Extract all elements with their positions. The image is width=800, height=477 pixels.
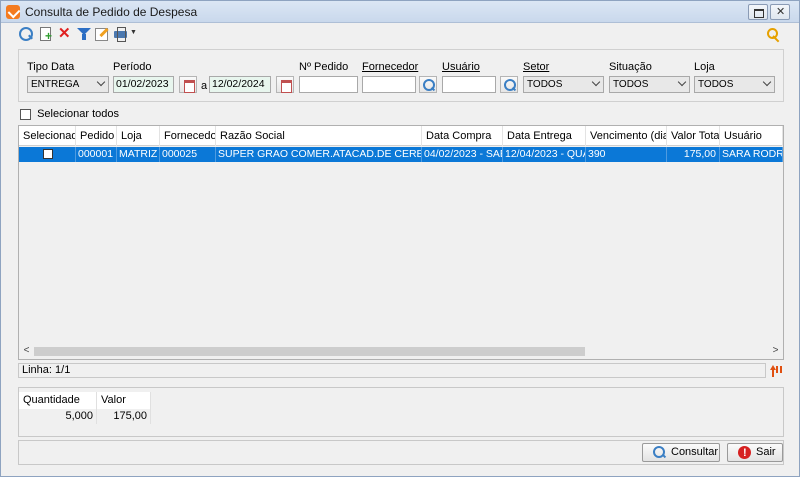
setor-select[interactable]: TODOS [523, 76, 604, 93]
scroll-left-icon[interactable]: < [19, 344, 34, 359]
tipo-data-value: ENTREGA [31, 79, 80, 90]
column-header-valor-total[interactable]: Valor Total [667, 126, 720, 146]
filter-icon[interactable] [77, 27, 91, 41]
column-header-pedido[interactable]: Pedido [76, 126, 117, 146]
cell-fornecedor: 000025 [160, 147, 216, 162]
dropdown-arrow-icon[interactable]: ▼ [130, 29, 137, 36]
tipo-data-label: Tipo Data [27, 61, 75, 73]
scrollbar-thumb[interactable] [34, 347, 585, 356]
column-header-data-compra[interactable]: Data Compra [422, 126, 503, 146]
cell-pedido: 000001 [76, 147, 117, 162]
grid-header: Selecionado Pedido Loja Fornecedor Razão… [19, 126, 783, 146]
cell-data-entrega: 12/04/2023 - QUA [505, 147, 586, 162]
periodo-start-input[interactable]: 01/02/2023 [113, 76, 174, 93]
select-all-checkbox[interactable]: Selecionar todos [20, 108, 119, 120]
tipo-data-select[interactable]: ENTREGA [27, 76, 109, 93]
close-button[interactable] [770, 4, 790, 20]
consultar-label: Consultar [671, 446, 719, 458]
row-checkbox[interactable] [43, 149, 53, 160]
setor-value: TODOS [527, 79, 563, 90]
chevron-down-icon [762, 77, 772, 87]
exit-icon [738, 445, 751, 462]
loja-value: TODOS [698, 79, 734, 90]
checkbox-box[interactable] [20, 108, 31, 120]
row-select-cell[interactable] [19, 147, 76, 162]
periodo-label: Período [113, 61, 152, 73]
calendar-icon[interactable] [179, 76, 197, 93]
situacao-value: TODOS [613, 79, 649, 90]
total-value-value: 175,00 [97, 409, 151, 424]
table-row[interactable]: 000001 MATRIZ 000025 SUPER GRAO COMER.AT… [19, 147, 783, 162]
row-status: Linha: 1/1 [18, 363, 766, 378]
consultar-button[interactable]: Consultar [642, 443, 720, 462]
usuario-label[interactable]: Usuário [442, 61, 480, 73]
loja-select[interactable]: TODOS [694, 76, 775, 93]
restore-button[interactable] [748, 4, 768, 20]
column-header-loja[interactable]: Loja [117, 126, 160, 146]
fornecedor-search-icon[interactable] [419, 76, 437, 93]
delete-icon[interactable]: ✕ [58, 26, 72, 41]
select-all-label: Selecionar todos [37, 108, 120, 121]
sair-button[interactable]: Sair [727, 443, 783, 462]
column-header-selecionado[interactable]: Selecionado [19, 126, 76, 146]
usuario-input[interactable] [442, 76, 496, 93]
main-window: Consulta de Pedido de Despesa ✕ ▼ Tipo D… [0, 0, 800, 477]
sort-icon[interactable] [769, 363, 783, 378]
cell-razao-social: SUPER GRAO COMER.ATACAD.DE CEREAIS LTDA [216, 147, 422, 162]
pedido-input[interactable] [299, 76, 358, 93]
column-header-razao-social[interactable]: Razão Social [216, 126, 422, 146]
print-icon[interactable] [114, 27, 128, 42]
setor-label[interactable]: Setor [523, 61, 549, 73]
orders-grid: Selecionado Pedido Loja Fornecedor Razão… [18, 125, 784, 360]
usuario-search-icon[interactable] [500, 76, 518, 93]
total-quantity-header: Quantidade Total [19, 392, 97, 423]
column-header-fornecedor[interactable]: Fornecedor [160, 126, 216, 146]
new-document-icon[interactable] [39, 27, 53, 43]
horizontal-scrollbar[interactable]: < > [19, 344, 783, 359]
app-icon [6, 5, 20, 19]
title-bar: Consulta de Pedido de Despesa [1, 1, 799, 23]
chevron-down-icon [677, 77, 687, 87]
search-icon [653, 446, 667, 459]
total-quantity-value: 5,000 [19, 409, 97, 424]
cell-data-compra: 04/02/2023 - SAB [424, 147, 503, 162]
cell-loja: MATRIZ [117, 147, 160, 162]
loja-label: Loja [694, 61, 715, 73]
fornecedor-input[interactable] [362, 76, 416, 93]
column-header-usuario[interactable]: Usuário [720, 126, 783, 146]
situacao-label: Situação [609, 61, 652, 73]
chevron-down-icon [591, 77, 601, 87]
filter-panel: Tipo Data ENTREGA Período 01/02/2023 a 1… [18, 49, 784, 102]
situacao-select[interactable]: TODOS [609, 76, 690, 93]
key-icon[interactable] [767, 28, 781, 42]
chevron-down-icon [96, 77, 106, 87]
periodo-end-input[interactable]: 12/02/2024 [209, 76, 271, 93]
cell-valor-total: 175,00 [667, 147, 720, 162]
pedido-label: Nº Pedido [299, 61, 349, 73]
scroll-right-icon[interactable]: > [768, 344, 783, 359]
calendar-icon[interactable] [276, 76, 294, 93]
window-title: Consulta de Pedido de Despesa [25, 5, 198, 19]
sair-label: Sair [756, 446, 776, 458]
column-header-vencimento[interactable]: Vencimento (dias) [586, 126, 667, 146]
totals-panel: Quantidade Total Valor Total 5,000 175,0… [18, 387, 784, 437]
fornecedor-label[interactable]: Fornecedor [362, 61, 418, 73]
periodo-separator: a [201, 80, 208, 92]
cell-vencimento: 390 [586, 147, 667, 162]
search-icon[interactable] [19, 27, 33, 41]
edit-icon[interactable] [95, 27, 109, 41]
cell-usuario: SARA RODRIGUES [722, 147, 783, 162]
total-value-header: Valor Total [97, 392, 151, 423]
column-header-data-entrega[interactable]: Data Entrega [503, 126, 586, 146]
